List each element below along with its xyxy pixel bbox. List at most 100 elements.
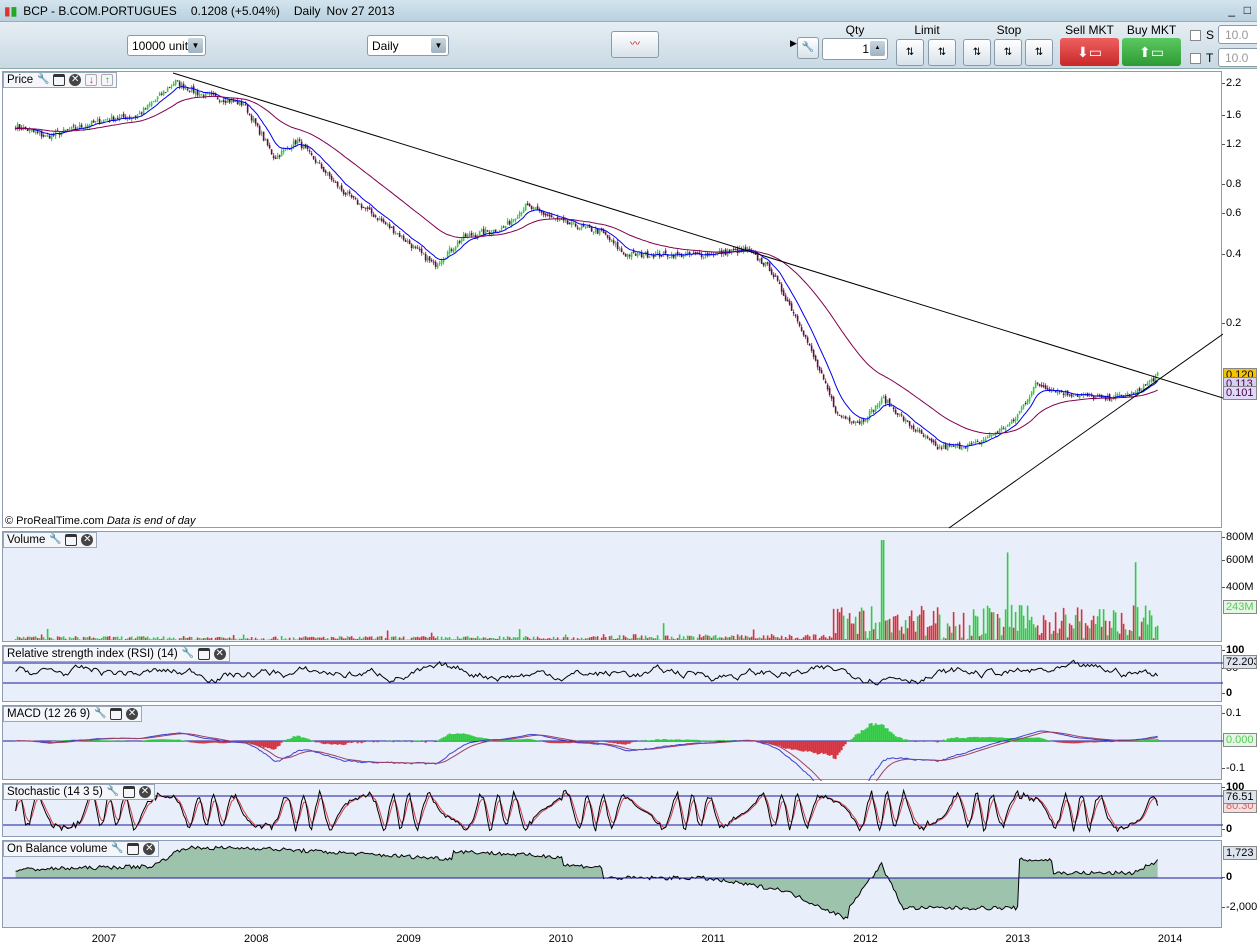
volume-bar	[690, 635, 693, 640]
candle-body	[870, 408, 873, 412]
candle-body	[404, 239, 407, 242]
candle-body	[936, 446, 939, 450]
macd-histogram-bar	[338, 741, 341, 745]
macd-histogram-bar	[402, 741, 405, 742]
volume-bar	[82, 636, 85, 640]
stop-button-1[interactable]: ⇅	[963, 39, 991, 66]
macd-panel[interactable]: MACD (12 26 9) 🔧 ✕	[2, 705, 1223, 781]
candle-body	[1144, 384, 1147, 386]
close-icon[interactable]: ✕	[81, 534, 94, 546]
qty-input[interactable]: 1 ▲	[822, 38, 888, 60]
volume-bar	[312, 636, 315, 640]
macd-histogram-bar	[680, 739, 683, 741]
candle-body	[734, 249, 737, 251]
t-checkbox[interactable]	[1190, 53, 1201, 64]
close-icon[interactable]: ✕	[126, 708, 139, 720]
volume-bar	[386, 630, 389, 640]
candle-body	[598, 229, 601, 235]
volume-bar	[594, 636, 597, 640]
s-checkbox[interactable]	[1190, 30, 1201, 41]
window-icon[interactable]	[197, 648, 210, 660]
macd-histogram-bar	[264, 741, 267, 748]
volume-bar	[514, 637, 517, 640]
close-icon[interactable]: ✕	[213, 648, 226, 660]
macd-histogram-bar	[342, 741, 345, 746]
macd-histogram-bar	[1100, 741, 1103, 743]
window-icon[interactable]	[53, 74, 66, 86]
wrench-icon[interactable]: 🔧	[94, 708, 106, 720]
stochastic-panel[interactable]: Stochastic (14 3 5) 🔧 ✕	[2, 783, 1223, 837]
candle-body	[810, 345, 813, 351]
obv-panel[interactable]: On Balance volume 🔧 ✕	[2, 840, 1223, 928]
candle-body	[116, 117, 119, 119]
macd-histogram-bar	[316, 741, 319, 743]
limit-buy-button[interactable]: ⇅	[896, 39, 924, 66]
price-panel[interactable]: Price 🔧 ✕ ↓ ↑ © ProRealTime.com Data is end …	[2, 71, 1223, 529]
interval-select[interactable]: Daily ▼	[367, 35, 449, 56]
macd-histogram-bar	[162, 739, 165, 741]
stepper-icon[interactable]: ▲	[870, 41, 885, 56]
candle-body	[396, 233, 399, 235]
volume-bar	[770, 634, 773, 640]
macd-histogram-bar	[1028, 737, 1031, 741]
wrench-icon[interactable]: 🔧	[111, 843, 123, 855]
collapse-arrow[interactable]: ▶	[790, 38, 797, 49]
candle-body	[532, 207, 535, 210]
volume-bar	[248, 639, 251, 640]
window-icon[interactable]	[122, 786, 135, 798]
volume-bar	[130, 636, 133, 640]
window-icon[interactable]	[65, 534, 78, 546]
arrow-up-icon[interactable]: ↑	[101, 74, 114, 86]
volume-bar	[536, 636, 539, 640]
candle-body	[452, 249, 455, 253]
units-select[interactable]: 10000 units ▼	[127, 35, 206, 56]
window-icon[interactable]	[110, 708, 123, 720]
close-icon[interactable]: ✕	[69, 74, 82, 86]
macd-histogram-bar	[878, 724, 881, 741]
wrench-icon[interactable]: 🔧	[107, 786, 119, 798]
volume-bar	[866, 638, 869, 640]
candle-body	[72, 125, 75, 127]
stop-button-3[interactable]: ⇅	[1025, 39, 1053, 66]
wrench-icon[interactable]: 🔧	[37, 74, 49, 86]
s-value-input[interactable]: 10.0	[1218, 25, 1257, 44]
volume-bar	[184, 637, 187, 640]
candle-body	[782, 290, 785, 296]
sell-market-button[interactable]: ⬇▭	[1060, 38, 1119, 66]
macd-histogram-bar	[668, 739, 671, 741]
stop-button-2[interactable]: ⇅	[994, 39, 1022, 66]
macd-histogram-bar	[984, 737, 987, 741]
candle-body	[472, 235, 475, 237]
volume-panel[interactable]: Volume 🔧 ✕	[2, 531, 1222, 642]
macd-histogram-bar	[1026, 737, 1029, 741]
candle-body	[990, 434, 993, 436]
volume-bar	[620, 639, 623, 640]
volume-bar	[836, 608, 839, 640]
indicators-button[interactable]: 〰	[611, 31, 659, 58]
volume-bar	[150, 639, 153, 640]
macd-histogram-bar	[554, 741, 557, 744]
maximize-button[interactable]: □	[1244, 3, 1251, 17]
macd-histogram-bar	[206, 741, 209, 744]
wrench-icon[interactable]: 🔧	[182, 648, 194, 660]
limit-sell-button[interactable]: ⇅	[928, 39, 956, 66]
buy-market-button[interactable]: ⬆▭	[1122, 38, 1181, 66]
wrench-icon[interactable]: 🔧	[49, 534, 61, 546]
t-value-input[interactable]: 10.0	[1218, 48, 1257, 67]
arrow-down-icon[interactable]: ↓	[85, 74, 98, 86]
rsi-panel[interactable]: Relative strength index (RSI) (14) 🔧 ✕	[2, 645, 1223, 702]
volume-bar	[582, 639, 585, 640]
candle-body	[1016, 414, 1019, 419]
close-icon[interactable]: ✕	[143, 843, 156, 855]
volume-bar	[26, 636, 29, 640]
candle-body	[74, 127, 77, 129]
rsi-axis: 100 50 0 72.203	[1221, 644, 1257, 702]
window-icon[interactable]	[127, 843, 140, 855]
close-icon[interactable]: ✕	[138, 786, 151, 798]
volume-bar	[230, 638, 233, 640]
macd-histogram-bar	[518, 739, 521, 741]
minimize-button[interactable]: _	[1228, 3, 1235, 17]
macd-histogram-bar	[892, 734, 895, 741]
volume-bar	[1022, 615, 1025, 640]
wrench-icon[interactable]: 🔧	[797, 37, 819, 59]
